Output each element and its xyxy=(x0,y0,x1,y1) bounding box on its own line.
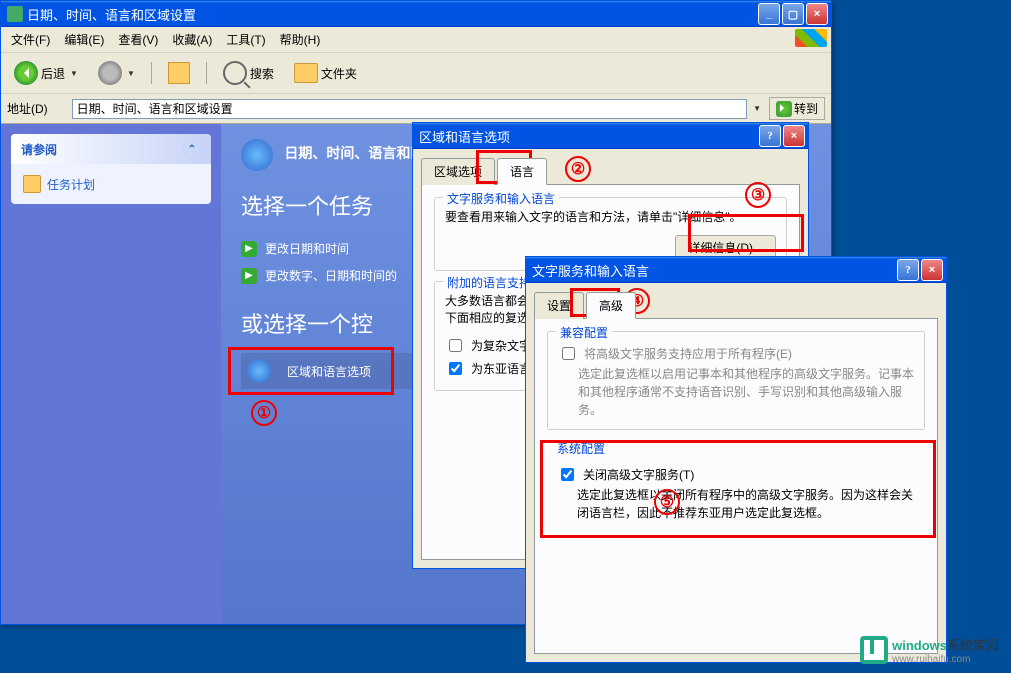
checkbox-description: 选定此复选框以关闭所有程序中的高级文字服务。因为这样会关闭语言栏，因此不推荐东亚… xyxy=(577,486,915,522)
menu-edit[interactable]: 编辑(E) xyxy=(58,29,110,50)
address-label: 地址(D) xyxy=(7,100,48,117)
see-also-title: 请参阅 xyxy=(21,141,57,158)
close-button[interactable]: × xyxy=(783,125,805,147)
checkbox-description: 选定此复选框以启用记事本和其他程序的高级文字服务。记事本和其他程序通常不支持语音… xyxy=(578,365,914,419)
search-button[interactable]: 搜索 xyxy=(216,57,281,89)
dialog1-tabs: 区域选项 语言 xyxy=(421,157,800,185)
task-label: 更改日期和时间 xyxy=(265,240,349,257)
system-config-group: 系统配置 关闭高级文字服务(T) 选定此复选框以关闭所有程序中的高级文字服务。因… xyxy=(547,440,925,532)
forward-button[interactable]: ▼ xyxy=(91,57,142,89)
sidebar-item-label: 任务计划 xyxy=(47,176,95,193)
separator xyxy=(206,62,207,84)
help-button[interactable]: ? xyxy=(897,259,919,281)
tab-advanced[interactable]: 高级 xyxy=(586,292,636,319)
tab-regional-options[interactable]: 区域选项 xyxy=(421,158,495,185)
tab-languages[interactable]: 语言 xyxy=(497,158,547,185)
arrow-icon: ▶ xyxy=(241,268,257,284)
annotation-marker-3: ③ xyxy=(745,182,771,208)
close-button[interactable]: × xyxy=(921,259,943,281)
menubar: 文件(F) 编辑(E) 查看(V) 收藏(A) 工具(T) 帮助(H) xyxy=(1,27,831,53)
toolbar: 后退 ▼ ▼ 搜索 文件夹 xyxy=(1,53,831,94)
dialog2-content: 兼容配置 将高级文字服务支持应用于所有程序(E) 选定此复选框以启用记事本和其他… xyxy=(534,318,938,654)
compat-config-group: 兼容配置 将高级文字服务支持应用于所有程序(E) 选定此复选框以启用记事本和其他… xyxy=(547,331,925,430)
group-title: 附加的语言支持 xyxy=(443,274,535,291)
watermark-icon xyxy=(860,636,888,664)
checkbox-label: 将高级文字服务支持应用于所有程序(E) xyxy=(584,345,792,362)
search-label: 搜索 xyxy=(250,65,274,82)
group-text: 要查看用来输入文字的语言和方法，请单击"详细信息"。 xyxy=(445,208,776,225)
control-panel-icon xyxy=(7,6,23,22)
checkbox-input[interactable] xyxy=(562,347,575,360)
menu-file[interactable]: 文件(F) xyxy=(5,29,56,50)
checkbox-input[interactable] xyxy=(449,339,462,352)
annotation-marker-2: ② xyxy=(565,156,591,182)
folders-button[interactable]: 文件夹 xyxy=(287,59,364,87)
watermark-brand: windows xyxy=(892,638,947,653)
watermark-suffix: 系统家园 xyxy=(947,638,999,653)
menu-help[interactable]: 帮助(H) xyxy=(274,29,327,50)
checkbox-input[interactable] xyxy=(449,362,462,375)
panel-header: 日期、时间、语言和区 xyxy=(284,145,424,161)
explorer-titlebar: 日期、时间、语言和区域设置 _ ▢ × xyxy=(1,1,831,27)
chevron-down-icon: ▼ xyxy=(70,69,78,78)
chevron-down-icon: ▼ xyxy=(127,69,135,78)
chevron-down-icon[interactable]: ▼ xyxy=(753,104,761,113)
address-icon xyxy=(52,101,68,117)
folder-icon xyxy=(294,63,318,83)
back-button[interactable]: 后退 ▼ xyxy=(7,57,85,89)
go-button[interactable]: 转到 xyxy=(769,97,825,120)
go-label: 转到 xyxy=(794,100,818,117)
menu-favorites[interactable]: 收藏(A) xyxy=(166,29,218,50)
side-panel: 请参阅 ⌃ 任务计划 xyxy=(1,124,221,624)
back-label: 后退 xyxy=(41,65,65,82)
folders-label: 文件夹 xyxy=(321,65,357,82)
turn-off-advanced-checkbox[interactable]: 关闭高级文字服务(T) xyxy=(557,463,915,486)
folder-up-icon xyxy=(168,62,190,84)
watermark: windows系统家园 www.ruihaifu.com xyxy=(860,635,999,665)
dialog1-title: 区域和语言选项 xyxy=(419,127,759,146)
forward-icon xyxy=(98,61,122,85)
address-input[interactable] xyxy=(72,99,747,119)
dialog2-titlebar: 文字服务和输入语言 ? × xyxy=(526,257,946,283)
group-title: 文字服务和输入语言 xyxy=(443,190,559,207)
search-icon xyxy=(223,61,247,85)
watermark-url: www.ruihaifu.com xyxy=(892,654,999,665)
globe-icon xyxy=(247,359,271,383)
annotation-marker-5: ⑤ xyxy=(654,489,680,515)
dialog1-titlebar: 区域和语言选项 ? × xyxy=(413,123,808,149)
minimize-button[interactable]: _ xyxy=(758,3,780,25)
go-icon xyxy=(776,101,792,117)
close-button[interactable]: × xyxy=(806,3,828,25)
text-services-dialog: 文字服务和输入语言 ? × 设置 高级 兼容配置 将高级文字服务支持应用于所有程… xyxy=(525,256,947,663)
help-button[interactable]: ? xyxy=(759,125,781,147)
checkbox-label: 关闭高级文字服务(T) xyxy=(583,466,694,483)
group-title: 系统配置 xyxy=(557,440,915,457)
see-also-box: 请参阅 ⌃ 任务计划 xyxy=(11,134,211,204)
address-bar: 地址(D) ▼ 转到 xyxy=(1,94,831,124)
task-label: 区域和语言选项 xyxy=(287,363,371,380)
dialog2-title: 文字服务和输入语言 xyxy=(532,261,897,280)
scheduled-tasks-icon xyxy=(23,175,41,193)
sidebar-item-tasks[interactable]: 任务计划 xyxy=(23,172,199,196)
windows-flag-icon xyxy=(795,29,827,47)
apply-all-programs-checkbox[interactable]: 将高级文字服务支持应用于所有程序(E) xyxy=(558,342,914,365)
chevron-up-icon: ⌃ xyxy=(183,140,201,158)
separator xyxy=(151,62,152,84)
maximize-button[interactable]: ▢ xyxy=(782,3,804,25)
tab-settings[interactable]: 设置 xyxy=(534,292,584,319)
globe-clock-icon xyxy=(241,139,273,171)
window-title: 日期、时间、语言和区域设置 xyxy=(27,5,758,24)
task-label: 更改数字、日期和时间的 xyxy=(265,267,397,284)
checkbox-input[interactable] xyxy=(561,468,574,481)
see-also-header[interactable]: 请参阅 ⌃ xyxy=(11,134,211,164)
back-icon xyxy=(14,61,38,85)
menu-tools[interactable]: 工具(T) xyxy=(220,29,271,50)
dialog2-tabs: 设置 高级 xyxy=(534,291,938,319)
annotation-marker-1: ① xyxy=(251,400,277,426)
group-title: 兼容配置 xyxy=(556,324,612,341)
arrow-icon: ▶ xyxy=(241,241,257,257)
up-button[interactable] xyxy=(161,58,197,88)
menu-view[interactable]: 查看(V) xyxy=(112,29,164,50)
